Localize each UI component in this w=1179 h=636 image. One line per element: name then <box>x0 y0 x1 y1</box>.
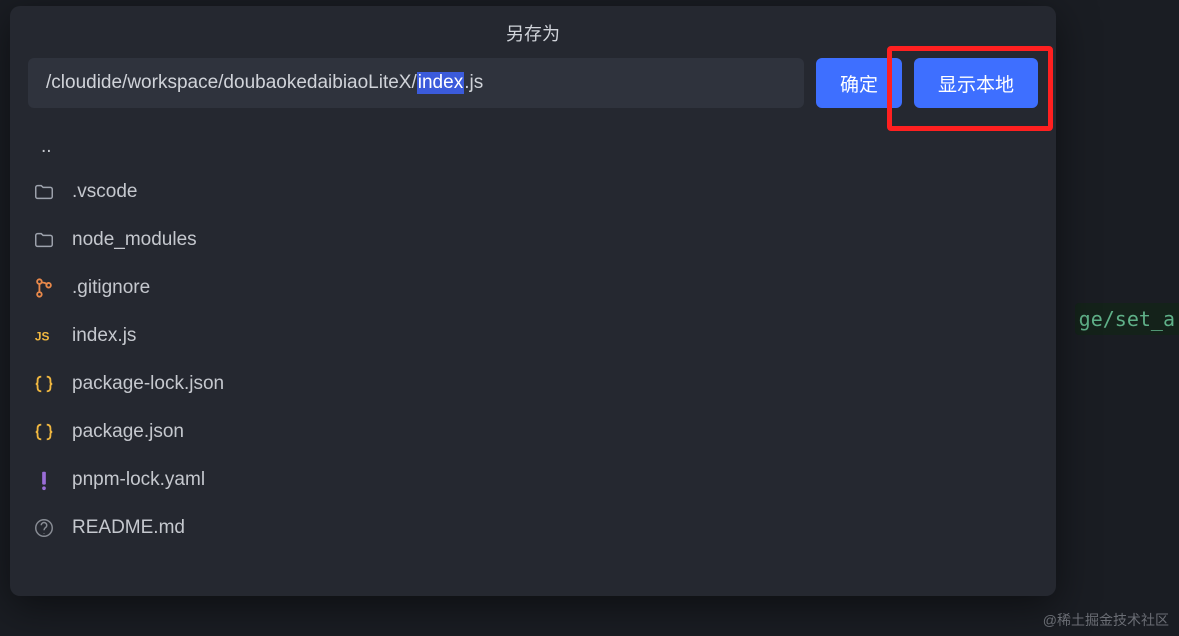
watermark: @稀土掘金技术社区 <box>1043 610 1169 630</box>
list-item[interactable]: .gitignore <box>32 264 1034 312</box>
list-item[interactable]: package.json <box>32 408 1034 456</box>
svg-text:JS: JS <box>35 330 50 344</box>
show-local-button[interactable]: 显示本地 <box>914 58 1038 108</box>
list-item[interactable]: README.md <box>32 504 1034 552</box>
json-icon <box>32 372 56 396</box>
path-prefix: /cloudide/workspace/doubaokedaibiaoLiteX… <box>46 72 417 94</box>
list-item[interactable]: package-lock.json <box>32 360 1034 408</box>
path-input[interactable]: /cloudide/workspace/doubaokedaibiaoLiteX… <box>28 58 804 108</box>
file-name: index.js <box>72 325 136 347</box>
readme-icon <box>32 516 56 540</box>
file-name: package.json <box>72 421 184 443</box>
folder-icon <box>32 180 56 204</box>
path-selected-text: index <box>417 72 464 94</box>
file-name: .vscode <box>72 181 137 203</box>
path-suffix: .js <box>464 72 483 94</box>
background-code-fragment: ge/set_a <box>1075 303 1179 335</box>
file-name: package-lock.json <box>72 373 224 395</box>
list-item[interactable]: JS index.js <box>32 312 1034 360</box>
input-row: /cloudide/workspace/doubaokedaibiaoLiteX… <box>10 58 1056 108</box>
js-icon: JS <box>32 324 56 348</box>
file-list: .. .vscode node_modules .gitignore JS in… <box>10 126 1056 552</box>
list-item[interactable]: node_modules <box>32 216 1034 264</box>
save-as-dialog: 另存为 /cloudide/workspace/doubaokedaibiaoL… <box>10 6 1056 596</box>
git-icon <box>32 276 56 300</box>
dialog-title: 另存为 <box>10 6 1056 58</box>
parent-directory[interactable]: .. <box>32 126 1034 168</box>
yaml-icon <box>32 468 56 492</box>
parent-label: .. <box>41 136 52 158</box>
file-name: pnpm-lock.yaml <box>72 469 205 491</box>
list-item[interactable]: pnpm-lock.yaml <box>32 456 1034 504</box>
json-icon <box>32 420 56 444</box>
file-name: node_modules <box>72 229 197 251</box>
confirm-button[interactable]: 确定 <box>816 58 902 108</box>
file-name: .gitignore <box>72 277 150 299</box>
file-name: README.md <box>72 517 185 539</box>
list-item[interactable]: .vscode <box>32 168 1034 216</box>
folder-icon <box>32 228 56 252</box>
